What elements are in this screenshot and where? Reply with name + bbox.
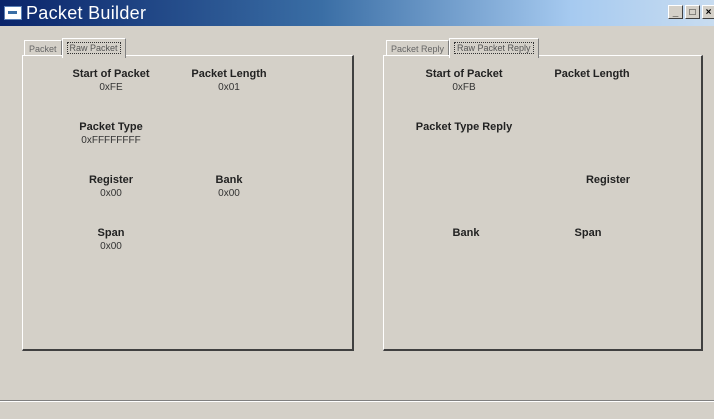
app-icon <box>4 6 22 20</box>
packet-length-field: Packet Length 0x01 <box>169 68 289 93</box>
reply-start-of-packet-field: Start of Packet 0xFB <box>404 68 524 93</box>
reply-start-of-packet-value: 0xFB <box>452 82 476 93</box>
reply-bank-label: Bank <box>452 227 480 239</box>
title-bar[interactable]: Packet Builder _ □ × <box>0 0 714 26</box>
packet-type-label: Packet Type <box>79 121 143 133</box>
window-controls: _ □ × <box>668 5 714 19</box>
start-of-packet-label: Start of Packet <box>72 68 150 80</box>
span-field: Span 0x00 <box>51 227 171 252</box>
packet-length-value: 0x01 <box>218 82 240 93</box>
close-button[interactable]: × <box>702 5 714 19</box>
reply-span-field: Span <box>538 227 638 241</box>
raw-packet-panel: Start of Packet 0xFE Packet Length 0x01 … <box>22 55 354 351</box>
packet-type-field: Packet Type 0xFFFFFFFF <box>51 121 171 146</box>
raw-packet-reply-panel: Start of Packet 0xFB Packet Length Packe… <box>383 55 703 351</box>
status-bar-divider <box>0 400 714 402</box>
reply-register-label: Register <box>585 174 631 186</box>
tab-raw-packet-reply[interactable]: Raw Packet Reply <box>449 38 539 58</box>
window-title: Packet Builder <box>26 2 147 23</box>
span-value: 0x00 <box>100 241 122 252</box>
reply-span-label: Span <box>574 227 602 239</box>
register-field: Register 0x00 <box>51 174 171 199</box>
reply-packet-type-field: Packet Type Reply <box>394 121 534 135</box>
minimize-button[interactable]: _ <box>668 5 683 19</box>
reply-register-field: Register <box>548 174 668 188</box>
start-of-packet-field: Start of Packet 0xFE <box>51 68 171 93</box>
register-value: 0x00 <box>100 188 122 199</box>
reply-packet-length-field: Packet Length <box>532 68 652 82</box>
bank-value: 0x00 <box>218 188 240 199</box>
tab-raw-packet-reply-label: Raw Packet Reply <box>454 42 534 54</box>
packet-length-label: Packet Length <box>191 68 267 80</box>
packet-type-value: 0xFFFFFFFF <box>81 135 141 146</box>
maximize-button[interactable]: □ <box>685 5 700 19</box>
reply-packet-length-label: Packet Length <box>554 68 630 80</box>
reply-start-of-packet-label: Start of Packet <box>425 68 503 80</box>
register-label: Register <box>88 174 134 186</box>
tab-raw-packet-label: Raw Packet <box>66 42 121 54</box>
span-label: Span <box>97 227 125 239</box>
reply-packet-type-label: Packet Type Reply <box>415 121 513 133</box>
bank-label: Bank <box>215 174 243 186</box>
bank-field: Bank 0x00 <box>169 174 289 199</box>
reply-bank-field: Bank <box>416 227 516 241</box>
start-of-packet-value: 0xFE <box>99 82 123 93</box>
tab-raw-packet[interactable]: Raw Packet <box>61 38 126 58</box>
